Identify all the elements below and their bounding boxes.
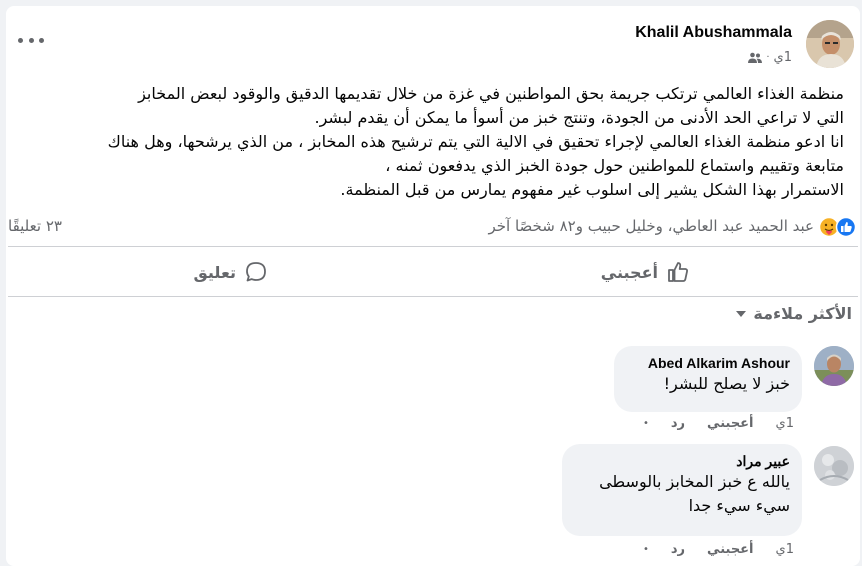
comment-author[interactable]: Abed Alkarim Ashour (626, 354, 790, 372)
more-dot-icon (18, 37, 23, 43)
author-name[interactable]: Khalil Abushammala (635, 24, 792, 42)
post-text-line: الاستمرار بهذا الشكل يشير إلى اسلوب غير … (340, 180, 844, 199)
post-text-line: متابعة وتقييم واستماع للمواطنين حول جودة… (385, 156, 844, 175)
post-body: منظمة الغذاء العالمي ترتكب جريمة بحق الم… (18, 82, 844, 202)
commenter-avatar[interactable] (814, 346, 854, 386)
commenter-avatar-photo (814, 446, 854, 486)
comment-button[interactable]: تعليق (193, 250, 268, 294)
more-options-button[interactable] (18, 32, 44, 48)
comment-separator-dot: • (642, 418, 649, 429)
comment-author[interactable]: عبير مراد (574, 452, 790, 470)
reactions-summary: عبد الحميد عبد العاطي، وخليل حبيب و٨٢ شخ… (6, 216, 860, 238)
commenter-avatar-photo (814, 346, 854, 386)
comment-actions: 1ي أعجبني رد • (643, 416, 794, 431)
meta-separator: · (766, 52, 770, 63)
comment-count[interactable]: ٢٣ تعليقًا (8, 217, 62, 235)
reaction-icons[interactable] (818, 216, 858, 238)
more-dot-icon (28, 37, 34, 43)
comment-label: تعليق (193, 262, 236, 282)
divider (8, 246, 858, 247)
comment-time[interactable]: 1ي (776, 416, 794, 431)
post-text-line: التي لا تراعي الحد الأدنى من الجودة، وتن… (314, 108, 845, 127)
comment-text: خبز لا يصلح للبشر! (663, 374, 790, 393)
like-reaction-icon (835, 216, 857, 238)
comment-icon (246, 262, 266, 282)
reaction-names[interactable]: عبد الحميد عبد العاطي، وخليل حبيب و٨٢ شخ… (488, 217, 814, 235)
post-time[interactable]: 1ي (774, 50, 792, 65)
comment-text-line: سيء سيء جدا (688, 496, 790, 515)
comment-text-line: يالله ع خبز المخابز بالوسطى (599, 472, 790, 491)
sort-label: الأكثر ملاءمة (753, 304, 852, 323)
post-card: Khalil Abushammala 1ي · منظمة الغذاء الع… (6, 6, 860, 566)
like-button[interactable]: أعجبني (601, 250, 690, 294)
thumbs-up-icon (668, 262, 688, 282)
post-text-line: انا ادعو منظمة الغذاء العالمي لإجراء تحق… (107, 132, 844, 151)
comment-like-button[interactable]: أعجبني (707, 542, 753, 557)
author-avatar-photo (806, 20, 854, 68)
comment-time[interactable]: 1ي (776, 542, 794, 557)
friends-icon[interactable] (748, 52, 763, 64)
commenter-avatar[interactable] (814, 446, 854, 486)
more-dot-icon (39, 37, 44, 43)
comment-bubble: عبير مراد يالله ع خبز المخابز بالوسطى سي… (562, 444, 802, 536)
caret-down-icon (736, 310, 747, 317)
like-label: أعجبني (600, 262, 658, 282)
comment-sort-dropdown[interactable]: الأكثر ملاءمة (735, 304, 852, 323)
comment-actions: 1ي أعجبني رد • (643, 542, 794, 557)
divider (8, 296, 858, 297)
comment-like-button[interactable]: أعجبني (707, 416, 753, 431)
post-meta: 1ي · (748, 50, 792, 65)
author-avatar[interactable] (806, 20, 854, 68)
comment-separator-dot: • (642, 544, 649, 555)
post-text-line: منظمة الغذاء العالمي ترتكب جريمة بحق الم… (138, 84, 844, 103)
comment-reply-button[interactable]: رد (671, 416, 685, 431)
comment-reply-button[interactable]: رد (671, 542, 685, 557)
comment-bubble: Abed Alkarim Ashour خبز لا يصلح للبشر! (614, 346, 802, 412)
care-reaction-icon (818, 216, 840, 238)
